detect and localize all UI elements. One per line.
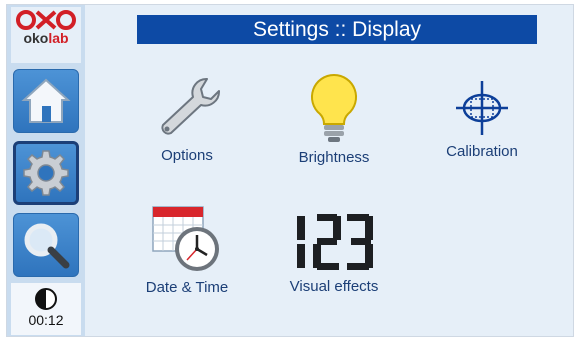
brand-name: okolab [11, 30, 81, 46]
options-label: Options [161, 147, 213, 164]
calibration-label: Calibration [446, 143, 518, 160]
contrast-icon [35, 288, 57, 310]
brand: okolab [11, 7, 81, 63]
display-screen: okolab 00:12 Settings:: Display Options… [6, 4, 574, 337]
wrench-icon [161, 77, 221, 135]
gear-icon [23, 150, 69, 196]
calendar-clock-icon [152, 206, 219, 271]
page-title: Settings :: Display [137, 15, 537, 44]
date-time-label: Date & Time [145, 279, 229, 296]
home-button[interactable] [13, 69, 79, 133]
digits-123-icon [297, 214, 373, 270]
sidebar: okolab 00:12 [7, 5, 85, 336]
calibration-tile[interactable]: Calibration [427, 77, 537, 160]
okolab-logo-icon [16, 10, 76, 30]
options-tile[interactable]: Options [132, 73, 242, 164]
search-button[interactable] [13, 213, 79, 277]
brightness-tile[interactable]: Brightness [279, 71, 389, 166]
brand-name-prefix: oko [23, 30, 49, 46]
brand-name-suffix: lab [48, 30, 69, 46]
date-time-tile[interactable]: Date & Time [132, 203, 242, 296]
visual-effects-label: Visual effects [289, 278, 379, 295]
brightness-label: Brightness [298, 149, 370, 166]
settings-button[interactable] [13, 141, 79, 205]
lightbulb-icon [310, 73, 358, 142]
home-icon [21, 78, 71, 123]
timer: 00:12 [28, 312, 64, 328]
visual-effects-tile[interactable]: Visual effects [279, 210, 389, 295]
search-icon [24, 223, 70, 269]
crosshair-icon [456, 81, 508, 135]
status-panel: 00:12 [11, 283, 81, 335]
